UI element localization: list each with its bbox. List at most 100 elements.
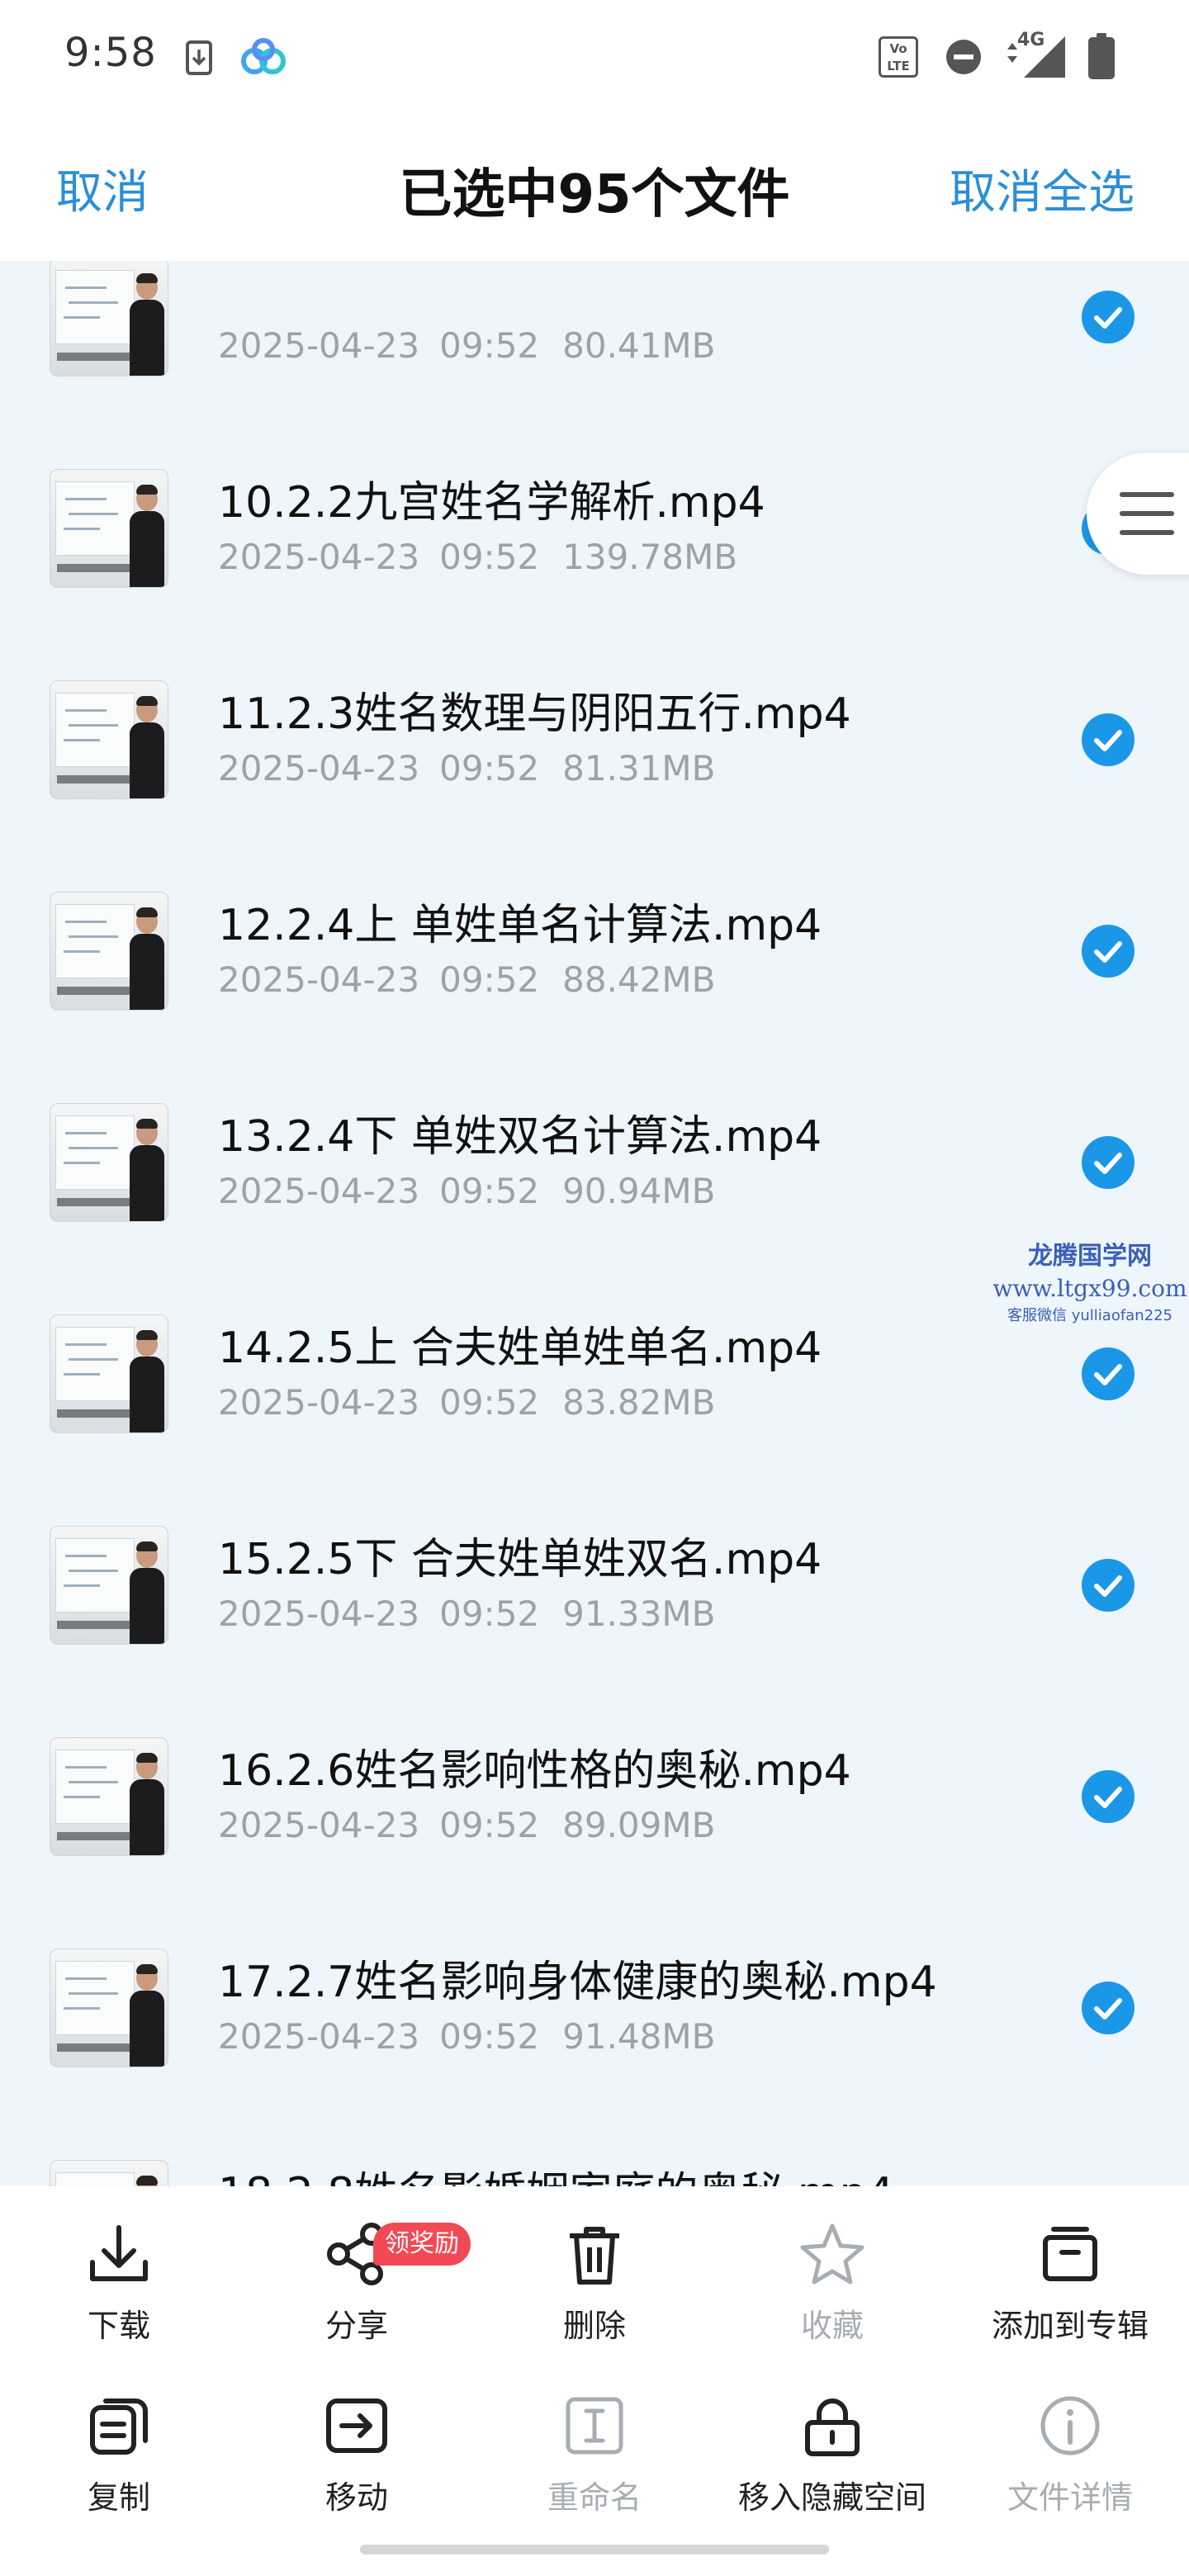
file-date: 2025-04-23 [218, 1171, 420, 1211]
move-to-hidden-space-button[interactable]: 移入隐藏空间 [713, 2393, 951, 2558]
file-row[interactable]: 16.2.6姓名影响性格的奥秘.mp4 2025-04-23 09:52 89.09M… [0, 1691, 1189, 1902]
rename-button[interactable]: 重命名 [476, 2393, 713, 2558]
file-time: 09:52 [439, 325, 540, 366]
checkmark-icon [1094, 307, 1122, 329]
action-panel: 下载 领奖励 分享 删除 收藏 添加到专辑 复制 移动 重命名 移入隐藏空间 文… [0, 2186, 1189, 2576]
rename-label: 重命名 [547, 2479, 642, 2516]
favorite-button[interactable]: 收藏 [713, 2221, 951, 2386]
share-label: 分享 [324, 2308, 388, 2344]
checkmark-icon [1094, 941, 1122, 963]
move-label: 移动 [324, 2479, 388, 2516]
checkmark-icon [1094, 1998, 1122, 2020]
file-size: 91.48MB [562, 2016, 716, 2057]
checkmark-icon [1094, 730, 1122, 751]
info-icon [1040, 2396, 1100, 2455]
star-icon [800, 2223, 865, 2285]
selection-header: 取消 已选中95个文件 取消全选 [0, 116, 1189, 261]
watermark-title: 龙腾国学网 [1028, 1242, 1152, 1271]
file-size: 88.42MB [562, 959, 716, 1000]
file-row[interactable]: 15.2.5下 合夫姓单姓双名.mp4 2025-04-23 09:52 91.33M… [0, 1480, 1189, 1691]
checkmark-icon [1094, 1364, 1122, 1385]
download-button[interactable]: 下载 [0, 2221, 238, 2386]
selected-checkbox[interactable] [1082, 1136, 1135, 1189]
file-meta: 2025-04-23 09:52 91.33MB [218, 1593, 715, 1634]
file-name: 16.2.6姓名影响性格的奥秘.mp4 [218, 1746, 851, 1796]
file-row[interactable]: 2025-04-23 09:52 80.41MB [0, 261, 1189, 423]
delete-button[interactable]: 删除 [476, 2221, 713, 2386]
file-meta: 2025-04-23 09:52 88.42MB [218, 959, 715, 1000]
move-icon [326, 2398, 387, 2453]
selected-checkbox[interactable] [1082, 291, 1135, 343]
file-details-button[interactable]: 文件详情 [951, 2393, 1189, 2558]
reward-badge: 领奖励 [373, 2223, 471, 2266]
video-thumbnail [50, 1103, 168, 1222]
add-to-album-button[interactable]: 添加到专辑 [951, 2221, 1189, 2386]
file-row[interactable]: 11.2.3姓名数理与阴阳五行.mp4 2025-04-23 09:52 81.31M… [0, 634, 1189, 845]
file-date: 2025-04-23 [218, 1382, 420, 1423]
deselect-all-button[interactable]: 取消全选 [950, 155, 1135, 222]
file-date: 2025-04-23 [218, 1593, 420, 1634]
file-name: 13.2.4下 单姓双名计算法.mp4 [218, 1112, 822, 1162]
file-size: 89.09MB [562, 1805, 716, 1845]
share-button[interactable]: 领奖励 分享 [238, 2221, 476, 2386]
file-details-label: 文件详情 [1007, 2479, 1133, 2516]
file-time: 09:52 [439, 748, 540, 788]
file-time: 09:52 [439, 959, 540, 1000]
file-meta: 2025-04-23 09:52 91.48MB [218, 2016, 715, 2057]
baidu-netdisk-icon [241, 38, 286, 74]
file-name: 15.2.5下 合夫姓单姓双名.mp4 [218, 1535, 822, 1584]
selected-checkbox[interactable] [1082, 1770, 1135, 1823]
file-meta: 2025-04-23 09:52 89.09MB [218, 1805, 715, 1845]
rename-icon [566, 2397, 623, 2455]
home-indicator[interactable] [360, 2545, 829, 2555]
file-time: 09:52 [439, 1382, 540, 1423]
file-meta: 2025-04-23 09:52 80.41MB [218, 325, 715, 366]
file-date: 2025-04-23 [218, 2016, 420, 2057]
selected-checkbox[interactable] [1082, 1982, 1135, 2034]
watermark: 龙腾国学网 www.ltgx99.com 客服微信 yulliaofan225 [991, 1235, 1189, 1325]
file-name: 14.2.5上 合夫姓单姓单名.mp4 [218, 1324, 822, 1373]
volte-icon: Vo LTE [879, 36, 918, 78]
selected-checkbox[interactable] [1082, 925, 1135, 978]
file-row[interactable]: 12.2.4上 单姓单名计算法.mp4 2025-04-23 09:52 88.42M… [0, 845, 1189, 1057]
signal-4g-icon [1007, 36, 1065, 78]
video-thumbnail [50, 1737, 168, 1856]
checkmark-icon [1094, 1787, 1122, 1808]
video-thumbnail [50, 469, 168, 588]
dnd-icon [946, 40, 981, 74]
file-size: 90.94MB [562, 1171, 716, 1211]
checkmark-icon [1094, 1575, 1122, 1597]
move-button[interactable]: 移动 [238, 2393, 476, 2558]
file-date: 2025-04-23 [218, 748, 420, 788]
copy-button[interactable]: 复制 [0, 2393, 238, 2558]
file-time: 09:52 [439, 1593, 540, 1634]
video-thumbnail [50, 1314, 168, 1433]
file-list[interactable]: 2025-04-23 09:52 80.41MB 10.2.2九宫姓名学解析.mp4 2… [0, 261, 1189, 2186]
file-row[interactable]: 10.2.2九宫姓名学解析.mp4 2025-04-23 09:52 139.78MB [0, 423, 1189, 634]
menu-icon [1120, 492, 1174, 535]
file-name: 12.2.4上 单姓单名计算法.mp4 [218, 901, 822, 950]
file-size: 139.78MB [562, 537, 738, 577]
file-meta: 2025-04-23 09:52 81.31MB [218, 748, 715, 788]
file-meta: 2025-04-23 09:52 90.94MB [218, 1171, 715, 1211]
file-size: 80.41MB [562, 325, 716, 366]
file-row[interactable]: 18.2.8姓名影婚姻家庭的奥秘.mp4 [0, 2114, 1189, 2186]
file-date: 2025-04-23 [218, 537, 420, 577]
status-time: 9:58 [64, 30, 157, 76]
file-date: 2025-04-23 [218, 325, 420, 366]
video-thumbnail [50, 680, 168, 799]
file-time: 09:52 [439, 537, 540, 577]
file-date: 2025-04-23 [218, 1805, 420, 1845]
video-thumbnail [50, 892, 168, 1011]
video-thumbnail [50, 1949, 168, 2067]
file-name: 11.2.3姓名数理与阴阳五行.mp4 [218, 689, 851, 739]
file-name: 17.2.7姓名影响身体健康的奥秘.mp4 [218, 1958, 937, 2007]
lock-icon [805, 2398, 860, 2456]
file-row[interactable]: 17.2.7姓名影响身体健康的奥秘.mp4 2025-04-23 09:52 91.4… [0, 1902, 1189, 2114]
trash-icon [570, 2227, 619, 2285]
file-time: 09:52 [439, 2016, 540, 2057]
selected-checkbox[interactable] [1082, 1347, 1135, 1400]
selected-checkbox[interactable] [1082, 713, 1135, 766]
file-time: 09:52 [439, 1805, 540, 1845]
selected-checkbox[interactable] [1082, 1559, 1135, 1612]
